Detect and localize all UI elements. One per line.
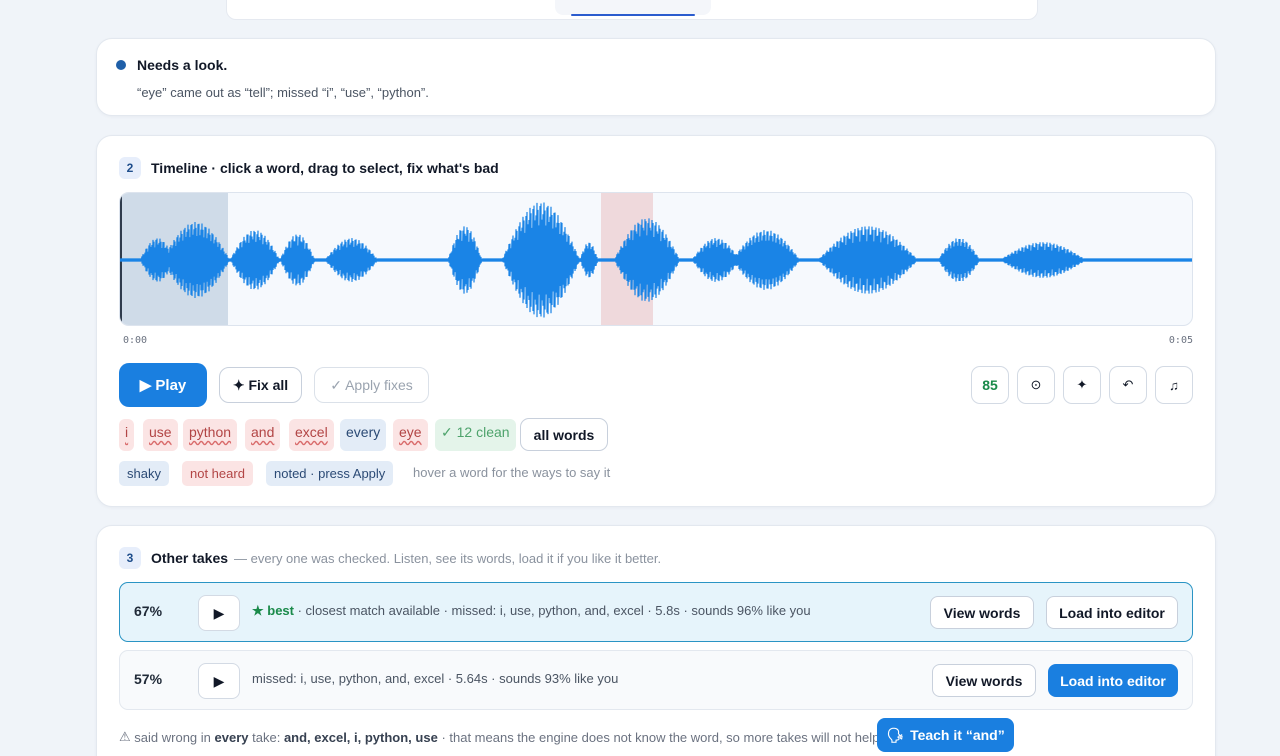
score-value: 85 (982, 377, 998, 393)
tab-underline (571, 14, 695, 16)
load-into-editor-button[interactable]: Load into editor (1048, 664, 1178, 697)
play-button[interactable]: ▶ Play (119, 363, 207, 407)
legend-hint: hover a word for the ways to say it (413, 465, 611, 480)
time-end: 0:05 (1168, 335, 1193, 346)
teach-word-button[interactable]: 🗣 Teach it “and” (877, 718, 1014, 752)
apply-fixes-button[interactable]: ✓ Apply fixes (314, 367, 429, 403)
word-chip-python[interactable]: python (183, 419, 238, 451)
score-badge: 85 (971, 366, 1009, 404)
legend-shaky: shaky (119, 461, 169, 486)
takes-header: 3 Other takes — every one was checked. L… (119, 547, 661, 569)
takes-subtitle: — every one was checked. Listen, see its… (234, 550, 662, 566)
takes-card: 3 Other takes — every one was checked. L… (96, 525, 1216, 756)
timeline-header: 2 Timeline · click a word, drag to selec… (119, 157, 499, 179)
warning-text: · that means the engine does not know th… (441, 729, 883, 745)
target-icon[interactable]: ⊙ (1017, 366, 1055, 404)
best-badge: ★ best (252, 603, 294, 618)
teach-label: Teach it “and” (910, 727, 1005, 743)
word-chip-and[interactable]: and (245, 419, 281, 451)
warning-icon: ⚠ (119, 729, 131, 744)
word-chip-i[interactable]: i (119, 419, 135, 451)
waveform[interactable] (119, 192, 1193, 326)
step-badge: 2 (119, 157, 141, 179)
view-words-button[interactable]: View words (930, 596, 1034, 629)
play-icon: ▶ (213, 604, 225, 621)
view-words-button[interactable]: View words (932, 664, 1036, 697)
all-words-button[interactable]: all words (520, 418, 608, 451)
take-row-best[interactable]: 67% ▶ ★ best · closest match available ·… (119, 582, 1193, 642)
take-percent: 67% (134, 603, 163, 619)
timeline-card: 2 Timeline · click a word, drag to selec… (96, 135, 1216, 507)
status-dot-icon (116, 60, 126, 70)
takes-title: Other takes (151, 550, 229, 566)
legend-noted: noted · press Apply (266, 461, 394, 486)
take-details: missed: i, use, python, and, excel · 5.6… (252, 671, 619, 686)
waveform-svg[interactable] (120, 193, 1193, 326)
take-play-button[interactable]: ▶ (198, 663, 240, 699)
play-icon: ▶ (213, 672, 225, 689)
undo-icon[interactable]: ↶ (1109, 366, 1147, 404)
word-chip-excel[interactable]: excel (289, 419, 334, 451)
time-start: 0:00 (123, 335, 148, 346)
warning-line: ⚠ said wrong in every take: and, excel, … (119, 729, 883, 745)
take-details: · closest match available · missed: i, u… (294, 603, 811, 618)
music-icon[interactable]: ♫ (1155, 366, 1193, 404)
warning-text: said wrong in (134, 729, 211, 745)
warning-words: and, excel, i, python, use (283, 729, 438, 745)
timeline-title: Timeline · click a word, drag to select,… (151, 160, 499, 176)
status-detail: “eye” came out as “tell”; missed “i”, “u… (137, 85, 429, 100)
take-percent: 57% (134, 671, 163, 687)
word-chip-eye[interactable]: eye (393, 419, 428, 451)
top-tab-bar (226, 0, 1038, 20)
status-card: Needs a look. “eye” came out as “tell”; … (96, 38, 1216, 116)
status-title: Needs a look. (137, 57, 228, 73)
speaker-icon: 🗣 (886, 726, 905, 743)
clean-count-chip[interactable]: ✓ 12 clean (435, 419, 516, 451)
take-row[interactable]: 57% ▶ missed: i, use, python, and, excel… (119, 650, 1193, 710)
tab-active[interactable] (555, 0, 711, 16)
warning-text: take: (252, 729, 281, 745)
word-chip-every[interactable]: every (340, 419, 387, 451)
take-play-button[interactable]: ▶ (198, 595, 240, 631)
take-info: ★ best · closest match available · misse… (252, 603, 811, 619)
legend-not-heard: not heard (182, 461, 253, 486)
sparkle-icon[interactable]: ✦ (1063, 366, 1101, 404)
step-badge: 3 (119, 547, 141, 569)
word-chip-use[interactable]: use (143, 419, 178, 451)
load-into-editor-button[interactable]: Load into editor (1046, 596, 1178, 629)
waveform-path (120, 202, 1192, 318)
fix-all-button[interactable]: ✦ Fix all (219, 367, 302, 403)
warning-every: every (214, 729, 249, 745)
